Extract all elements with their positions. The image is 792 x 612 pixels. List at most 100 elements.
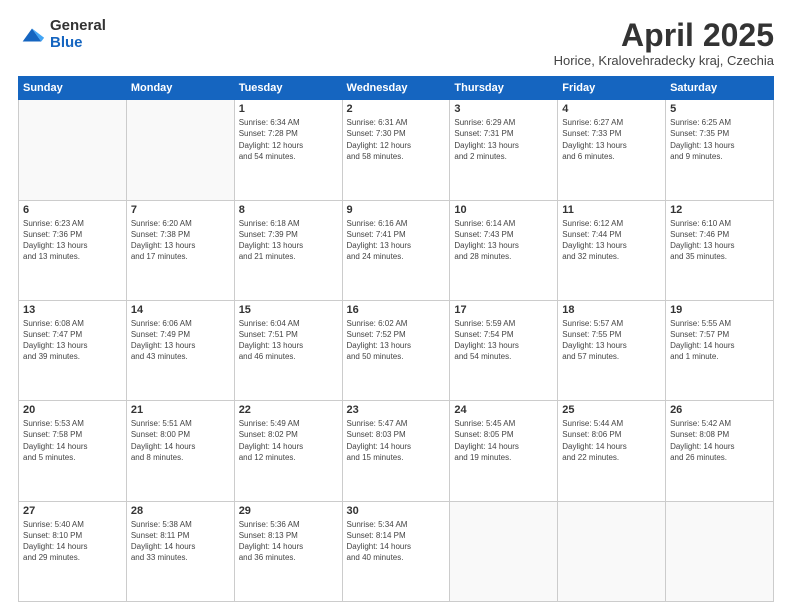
day-info: Sunrise: 6:31 AMSunset: 7:30 PMDaylight:… xyxy=(347,117,446,162)
day-number: 7 xyxy=(131,204,230,216)
day-number: 13 xyxy=(23,304,122,316)
day-number: 4 xyxy=(562,103,661,115)
calendar-cell xyxy=(19,100,127,200)
day-info: Sunrise: 5:40 AMSunset: 8:10 PMDaylight:… xyxy=(23,519,122,564)
header-wednesday: Wednesday xyxy=(342,77,450,100)
day-number: 1 xyxy=(239,103,338,115)
calendar-cell: 25 Sunrise: 5:44 AMSunset: 8:06 PMDayligh… xyxy=(558,401,666,501)
day-info: Sunrise: 6:23 AMSunset: 7:36 PMDaylight:… xyxy=(23,218,122,263)
day-number: 10 xyxy=(454,204,553,216)
calendar-cell: 6 Sunrise: 6:23 AMSunset: 7:36 PMDaylight… xyxy=(19,200,127,300)
header-sunday: Sunday xyxy=(19,77,127,100)
day-number: 17 xyxy=(454,304,553,316)
calendar-cell xyxy=(126,100,234,200)
logo-icon xyxy=(18,21,46,49)
calendar-cell: 9Sunrise: 6:16 AMSunset: 7:41 PMDaylight… xyxy=(342,200,450,300)
day-info: Sunrise: 5:51 AMSunset: 8:00 PMDaylight:… xyxy=(131,418,230,463)
calendar-week-4: 27Sunrise: 5:40 AMSunset: 8:10 PMDayligh… xyxy=(19,501,774,601)
calendar-table: Sunday Monday Tuesday Wednesday Thursday… xyxy=(18,76,774,602)
header-monday: Monday xyxy=(126,77,234,100)
calendar-cell: 10 Sunrise: 6:14 AMSunset: 7:43 PMDayligh… xyxy=(450,200,558,300)
day-number: 15 xyxy=(239,304,338,316)
calendar-cell: 15 Sunrise: 6:04 AMSunset: 7:51 PMDayligh… xyxy=(234,300,342,400)
calendar-cell: 22Sunrise: 5:49 AMSunset: 8:02 PMDayligh… xyxy=(234,401,342,501)
calendar-cell: 8Sunrise: 6:18 AMSunset: 7:39 PMDaylight… xyxy=(234,200,342,300)
calendar-cell: 29Sunrise: 5:36 AMSunset: 8:13 PMDayligh… xyxy=(234,501,342,601)
day-info: Sunrise: 6:20 AMSunset: 7:38 PMDaylight:… xyxy=(131,218,230,263)
header-row: Sunday Monday Tuesday Wednesday Thursday… xyxy=(19,77,774,100)
calendar-cell: 2Sunrise: 6:31 AMSunset: 7:30 PMDaylight… xyxy=(342,100,450,200)
day-info: Sunrise: 6:27 AMSunset: 7:33 PMDaylight:… xyxy=(562,117,661,162)
calendar-cell: 19Sunrise: 5:55 AMSunset: 7:57 PMDayligh… xyxy=(666,300,774,400)
calendar-cell: 5 Sunrise: 6:25 AMSunset: 7:35 PMDaylight… xyxy=(666,100,774,200)
calendar-cell: 21 Sunrise: 5:51 AMSunset: 8:00 PMDayligh… xyxy=(126,401,234,501)
title-block: April 2025 Horice, Kralovehradecky kraj,… xyxy=(554,18,774,68)
day-number: 16 xyxy=(347,304,446,316)
day-info: Sunrise: 5:36 AMSunset: 8:13 PMDaylight:… xyxy=(239,519,338,564)
calendar-cell: 20 Sunrise: 5:53 AMSunset: 7:58 PMDayligh… xyxy=(19,401,127,501)
subtitle: Horice, Kralovehradecky kraj, Czechia xyxy=(554,53,774,68)
calendar-cell: 1 Sunrise: 6:34 AMSunset: 7:28 PMDaylight… xyxy=(234,100,342,200)
header-saturday: Saturday xyxy=(666,77,774,100)
header-tuesday: Tuesday xyxy=(234,77,342,100)
day-info: Sunrise: 6:04 AMSunset: 7:51 PMDaylight:… xyxy=(239,318,338,363)
page: General Blue April 2025 Horice, Kraloveh… xyxy=(0,0,792,612)
day-number: 20 xyxy=(23,404,122,416)
day-info: Sunrise: 5:47 AMSunset: 8:03 PMDaylight:… xyxy=(347,418,446,463)
day-info: Sunrise: 6:14 AMSunset: 7:43 PMDaylight:… xyxy=(454,218,553,263)
logo-text: General Blue xyxy=(50,18,106,51)
day-number: 26 xyxy=(670,404,769,416)
calendar-cell: 18Sunrise: 5:57 AMSunset: 7:55 PMDayligh… xyxy=(558,300,666,400)
calendar-cell: 3 Sunrise: 6:29 AMSunset: 7:31 PMDaylight… xyxy=(450,100,558,200)
day-info: Sunrise: 6:12 AMSunset: 7:44 PMDaylight:… xyxy=(562,218,661,263)
calendar-week-2: 13 Sunrise: 6:08 AMSunset: 7:47 PMDayligh… xyxy=(19,300,774,400)
month-title: April 2025 xyxy=(554,18,774,53)
header: General Blue April 2025 Horice, Kraloveh… xyxy=(18,18,774,68)
day-info: Sunrise: 5:57 AMSunset: 7:55 PMDaylight:… xyxy=(562,318,661,363)
calendar-cell: 26 Sunrise: 5:42 AMSunset: 8:08 PMDayligh… xyxy=(666,401,774,501)
day-info: Sunrise: 5:53 AMSunset: 7:58 PMDaylight:… xyxy=(23,418,122,463)
logo-blue: Blue xyxy=(50,35,106,52)
day-info: Sunrise: 6:25 AMSunset: 7:35 PMDaylight:… xyxy=(670,117,769,162)
calendar-cell: 27Sunrise: 5:40 AMSunset: 8:10 PMDayligh… xyxy=(19,501,127,601)
day-info: Sunrise: 5:55 AMSunset: 7:57 PMDaylight:… xyxy=(670,318,769,363)
day-info: Sunrise: 6:06 AMSunset: 7:49 PMDaylight:… xyxy=(131,318,230,363)
day-number: 6 xyxy=(23,204,122,216)
day-number: 21 xyxy=(131,404,230,416)
day-info: Sunrise: 5:42 AMSunset: 8:08 PMDaylight:… xyxy=(670,418,769,463)
day-number: 8 xyxy=(239,204,338,216)
day-number: 3 xyxy=(454,103,553,115)
day-info: Sunrise: 5:34 AMSunset: 8:14 PMDaylight:… xyxy=(347,519,446,564)
day-info: Sunrise: 6:29 AMSunset: 7:31 PMDaylight:… xyxy=(454,117,553,162)
logo-general: General xyxy=(50,18,106,35)
calendar-cell xyxy=(666,501,774,601)
calendar-cell: 24Sunrise: 5:45 AMSunset: 8:05 PMDayligh… xyxy=(450,401,558,501)
calendar-cell: 30 Sunrise: 5:34 AMSunset: 8:14 PMDayligh… xyxy=(342,501,450,601)
day-info: Sunrise: 5:59 AMSunset: 7:54 PMDaylight:… xyxy=(454,318,553,363)
day-number: 24 xyxy=(454,404,553,416)
day-info: Sunrise: 6:34 AMSunset: 7:28 PMDaylight:… xyxy=(239,117,338,162)
calendar-cell: 23 Sunrise: 5:47 AMSunset: 8:03 PMDayligh… xyxy=(342,401,450,501)
day-info: Sunrise: 5:44 AMSunset: 8:06 PMDaylight:… xyxy=(562,418,661,463)
day-number: 11 xyxy=(562,204,661,216)
day-number: 30 xyxy=(347,505,446,517)
calendar-cell: 11 Sunrise: 6:12 AMSunset: 7:44 PMDayligh… xyxy=(558,200,666,300)
day-number: 5 xyxy=(670,103,769,115)
calendar-cell: 13 Sunrise: 6:08 AMSunset: 7:47 PMDayligh… xyxy=(19,300,127,400)
day-number: 22 xyxy=(239,404,338,416)
header-friday: Friday xyxy=(558,77,666,100)
day-number: 23 xyxy=(347,404,446,416)
calendar-cell: 17 Sunrise: 5:59 AMSunset: 7:54 PMDayligh… xyxy=(450,300,558,400)
calendar-week-3: 20 Sunrise: 5:53 AMSunset: 7:58 PMDayligh… xyxy=(19,401,774,501)
calendar-cell: 28Sunrise: 5:38 AMSunset: 8:11 PMDayligh… xyxy=(126,501,234,601)
day-number: 25 xyxy=(562,404,661,416)
day-number: 9 xyxy=(347,204,446,216)
calendar-cell: 7 Sunrise: 6:20 AMSunset: 7:38 PMDaylight… xyxy=(126,200,234,300)
calendar-week-0: 1 Sunrise: 6:34 AMSunset: 7:28 PMDaylight… xyxy=(19,100,774,200)
calendar-cell xyxy=(558,501,666,601)
day-number: 14 xyxy=(131,304,230,316)
day-info: Sunrise: 6:08 AMSunset: 7:47 PMDaylight:… xyxy=(23,318,122,363)
day-info: Sunrise: 5:38 AMSunset: 8:11 PMDaylight:… xyxy=(131,519,230,564)
header-thursday: Thursday xyxy=(450,77,558,100)
day-number: 12 xyxy=(670,204,769,216)
